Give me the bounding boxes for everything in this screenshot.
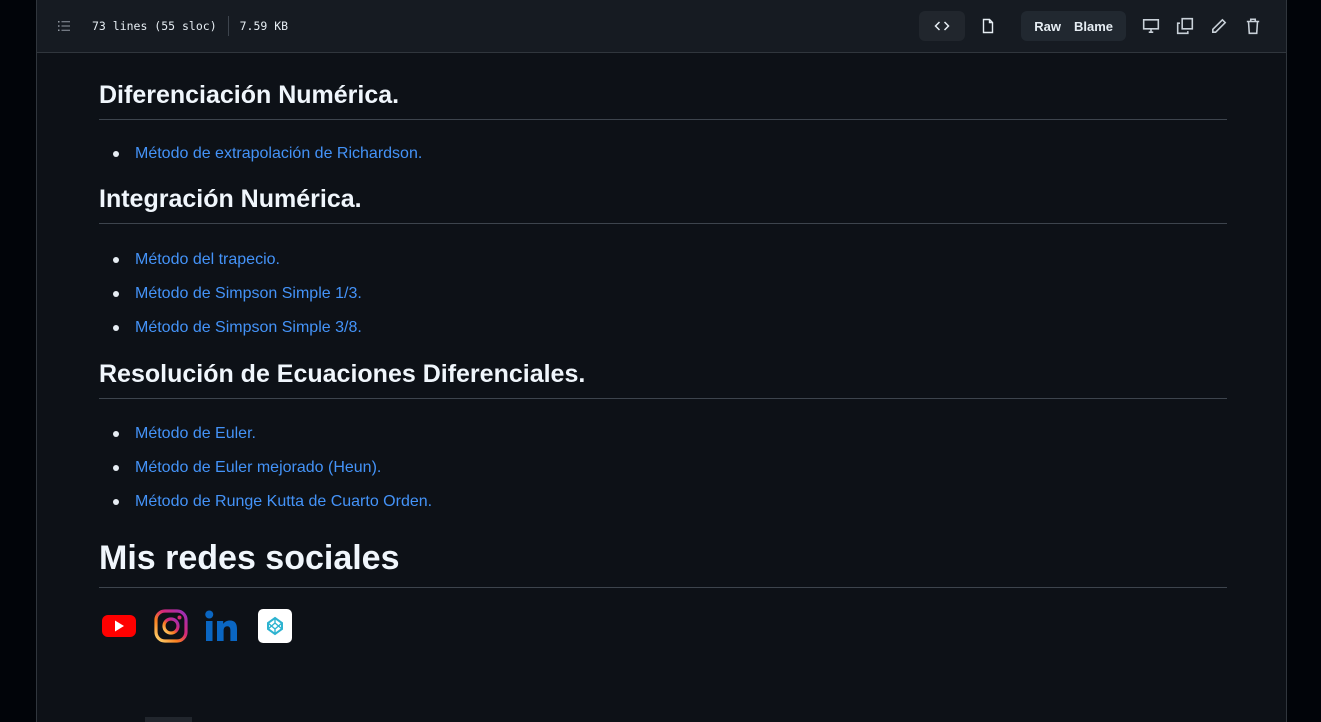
bullet	[113, 499, 119, 505]
codepen-icon[interactable]	[255, 606, 295, 646]
method-link[interactable]: Método del trapecio.	[135, 251, 280, 269]
linkedin-icon[interactable]	[203, 606, 243, 646]
line-count: 73 lines (55 sloc)	[92, 19, 217, 33]
list-item: Método del trapecio.	[99, 243, 1227, 277]
method-link[interactable]: Método de Simpson Simple 3/8.	[135, 319, 362, 337]
social-heading: Mis redes sociales	[99, 538, 1227, 588]
instagram-icon[interactable]	[151, 606, 191, 646]
youtube-icon[interactable]	[99, 606, 139, 646]
file-viewer: 73 lines (55 sloc) 7.59 KB Raw Blame Dif…	[36, 0, 1287, 722]
list-item: Método de Simpson Simple 3/8.	[99, 311, 1227, 345]
bullet	[113, 431, 119, 437]
desktop-icon	[1142, 19, 1160, 33]
readme-content: Diferenciación Numérica. Método de extra…	[99, 53, 1227, 646]
display-source-button[interactable]	[1134, 11, 1168, 41]
pencil-icon	[1212, 18, 1227, 33]
blame-button[interactable]: Blame	[1074, 11, 1126, 41]
social-links	[99, 606, 1227, 646]
edit-button[interactable]	[1202, 11, 1236, 41]
bullet	[113, 465, 119, 471]
bullet	[113, 291, 119, 297]
list-item: Método de Euler mejorado (Heun).	[99, 451, 1227, 485]
method-link[interactable]: Método de Euler.	[135, 425, 256, 443]
bullet	[113, 151, 119, 157]
bullet	[113, 325, 119, 331]
copy-button[interactable]	[1168, 11, 1202, 41]
list-item: Método de Euler.	[99, 417, 1227, 451]
trash-icon	[1246, 18, 1260, 35]
code-view-button[interactable]	[919, 11, 966, 41]
section-list: Método de Euler. Método de Euler mejorad…	[99, 417, 1227, 519]
raw-blame-group: Raw Blame	[1021, 11, 1126, 41]
method-link[interactable]: Método de Euler mejorado (Heun).	[135, 459, 381, 477]
list-item: Método de Runge Kutta de Cuarto Orden.	[99, 485, 1227, 519]
file-meta: 73 lines (55 sloc) 7.59 KB	[92, 16, 288, 36]
method-link[interactable]: Método de Simpson Simple 1/3.	[135, 285, 362, 303]
delete-button[interactable]	[1236, 11, 1270, 41]
copy-icon	[1176, 17, 1194, 35]
method-link[interactable]: Método de extrapolación de Richardson.	[135, 145, 422, 163]
file-icon	[983, 18, 994, 34]
method-link[interactable]: Método de Runge Kutta de Cuarto Orden.	[135, 493, 432, 511]
section-heading: Integración Numérica.	[99, 184, 1227, 224]
bottom-scroll-tab	[145, 717, 192, 722]
bullet	[113, 257, 119, 263]
file-header: 73 lines (55 sloc) 7.59 KB Raw Blame	[37, 0, 1286, 53]
file-actions: Raw Blame	[919, 10, 1270, 42]
raw-button[interactable]: Raw	[1021, 11, 1074, 41]
section-list: Método del trapecio. Método de Simpson S…	[99, 243, 1227, 345]
code-icon	[934, 21, 950, 31]
section-heading: Diferenciación Numérica.	[99, 80, 1227, 120]
view-toggle	[919, 11, 1011, 41]
section-list: Método de extrapolación de Richardson.	[99, 137, 1227, 171]
table-of-contents-icon[interactable]	[55, 18, 73, 34]
file-size: 7.59 KB	[239, 19, 289, 33]
list-item: Método de extrapolación de Richardson.	[99, 137, 1227, 171]
preview-view-button[interactable]	[965, 11, 1011, 41]
meta-divider	[227, 16, 229, 36]
list-item: Método de Simpson Simple 1/3.	[99, 277, 1227, 311]
section-heading: Resolución de Ecuaciones Diferenciales.	[99, 359, 1227, 399]
